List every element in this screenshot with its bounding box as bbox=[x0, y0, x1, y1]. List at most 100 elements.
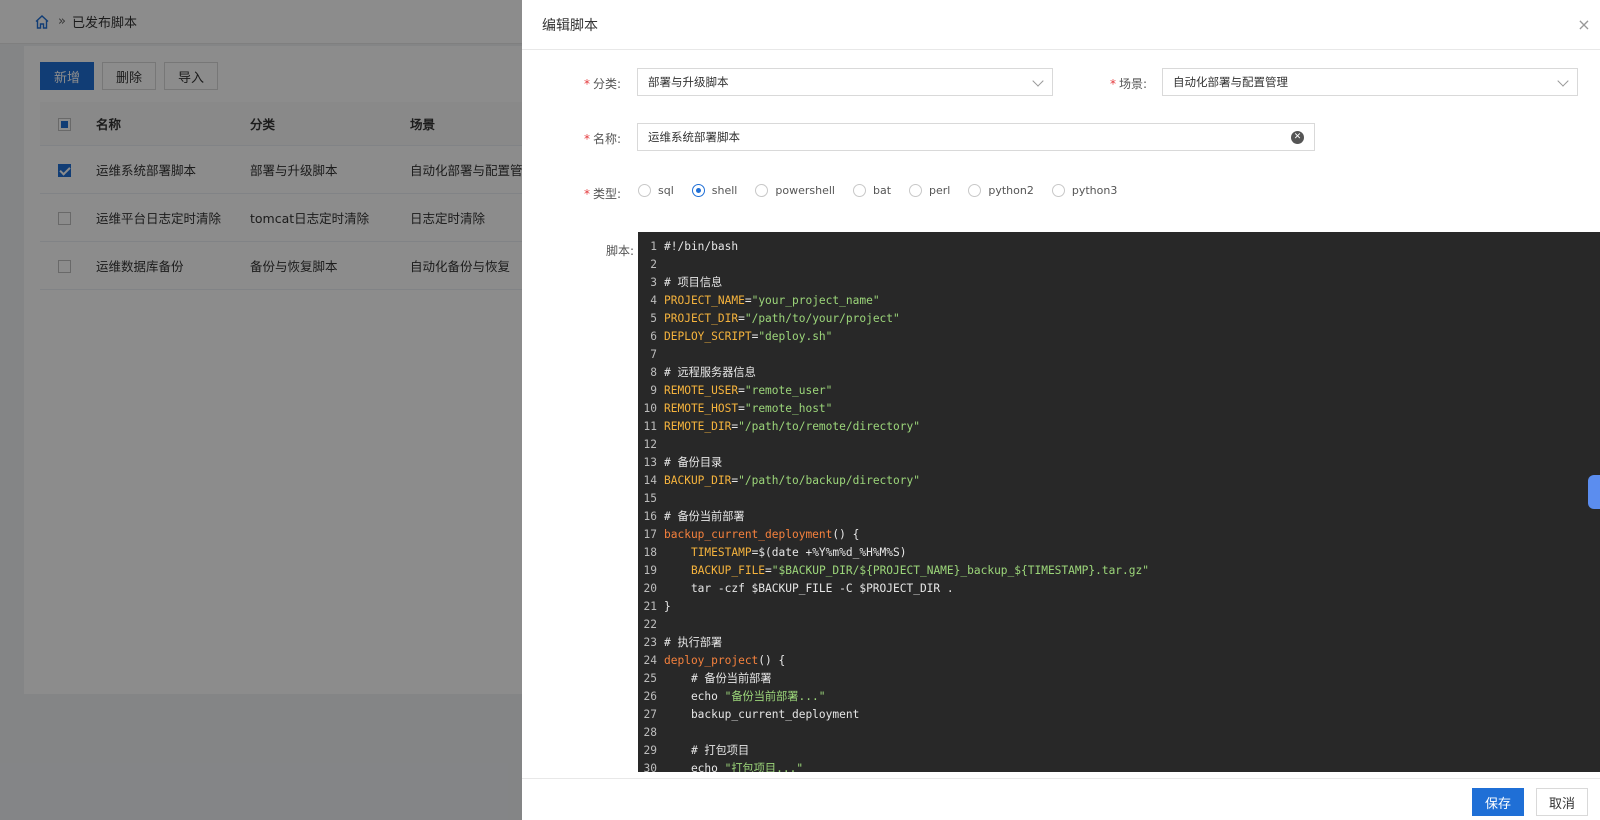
type-radio-shell[interactable]: shell bbox=[691, 184, 737, 197]
code-line[interactable]: 10 REMOTE_HOST="remote_host" bbox=[638, 400, 1600, 418]
drawer-header: 编辑脚本 × bbox=[522, 0, 1600, 50]
side-drawer-tab[interactable] bbox=[1588, 475, 1600, 509]
code-text: echo "备份当前部署..." bbox=[664, 690, 826, 703]
code-line[interactable]: 5 PROJECT_DIR="/path/to/your/project" bbox=[638, 310, 1600, 328]
line-number: 9 bbox=[650, 384, 657, 397]
line-number: 13 bbox=[643, 456, 657, 469]
code-line[interactable]: 9 REMOTE_USER="remote_user" bbox=[638, 382, 1600, 400]
code-line[interactable]: 29 # 打包项目 bbox=[638, 742, 1600, 760]
category-select[interactable]: 部署与升级脚本 bbox=[637, 68, 1053, 96]
line-number: 28 bbox=[643, 726, 657, 739]
code-line[interactable]: 19 BACKUP_FILE="$BACKUP_DIR/${PROJECT_NA… bbox=[638, 562, 1600, 580]
code-text: PROJECT_NAME="your_project_name" bbox=[664, 294, 880, 307]
code-text: echo "打包项目..." bbox=[664, 762, 804, 772]
drawer-title: 编辑脚本 bbox=[542, 17, 598, 34]
line-number: 4 bbox=[650, 294, 657, 307]
code-line[interactable]: 7 bbox=[638, 346, 1600, 364]
code-text: BACKUP_FILE="$BACKUP_DIR/${PROJECT_NAME}… bbox=[690, 564, 1149, 577]
code-line[interactable]: 11 REMOTE_DIR="/path/to/remote/directory" bbox=[638, 418, 1600, 436]
drawer-footer: 保存 取消 bbox=[522, 778, 1600, 820]
cancel-button[interactable]: 取消 bbox=[1536, 788, 1589, 816]
category-select-value: 部署与升级脚本 bbox=[648, 75, 729, 89]
name-input-value: 运维系统部署脚本 bbox=[648, 130, 740, 144]
code-line[interactable]: 6 DEPLOY_SCRIPT="deploy.sh" bbox=[638, 328, 1600, 346]
code-line[interactable]: 20 tar -czf $BACKUP_FILE -C $PROJECT_DIR… bbox=[638, 580, 1600, 598]
code-line[interactable]: 13 # 备份目录 bbox=[638, 454, 1600, 472]
code-line[interactable]: 4 PROJECT_NAME="your_project_name" bbox=[638, 292, 1600, 310]
code-text: } bbox=[664, 600, 671, 613]
code-line[interactable]: 15 bbox=[638, 490, 1600, 508]
line-number: 30 bbox=[643, 762, 657, 772]
type-radio-python3[interactable]: python3 bbox=[1051, 184, 1117, 197]
type-radio-bat[interactable]: bat bbox=[852, 184, 891, 197]
code-line[interactable]: 14 BACKUP_DIR="/path/to/backup/directory" bbox=[638, 472, 1600, 490]
code-line[interactable]: 28 bbox=[638, 724, 1600, 742]
code-line[interactable]: 27 backup_current_deployment bbox=[638, 706, 1600, 724]
name-input[interactable]: 运维系统部署脚本 ✕ bbox=[637, 123, 1315, 151]
code-line[interactable]: 2 bbox=[638, 256, 1600, 274]
line-number: 18 bbox=[643, 546, 657, 559]
code-text: # 执行部署 bbox=[664, 636, 723, 649]
type-radio-powershell[interactable]: powershell bbox=[755, 184, 835, 197]
line-number: 11 bbox=[643, 420, 657, 433]
line-number: 19 bbox=[643, 564, 657, 577]
type-label: * 类型: bbox=[584, 187, 622, 201]
line-number: 24 bbox=[643, 654, 657, 667]
line-number: 21 bbox=[643, 600, 657, 613]
code-text: TIMESTAMP=$(date +%Y%m%d_%H%M%S) bbox=[690, 546, 907, 559]
code-text: # 备份当前部署 bbox=[664, 510, 745, 523]
line-number: 22 bbox=[643, 618, 657, 631]
type-radio-python2[interactable]: python2 bbox=[968, 184, 1034, 197]
code-text: BACKUP_DIR="/path/to/backup/directory" bbox=[664, 474, 920, 487]
code-text: # 项目信息 bbox=[664, 276, 723, 289]
code-text: deploy_project() { bbox=[664, 654, 786, 667]
clear-icon[interactable]: ✕ bbox=[1291, 131, 1304, 144]
line-number: 20 bbox=[643, 582, 657, 595]
line-number: 16 bbox=[643, 510, 657, 523]
scene-select[interactable]: 自动化部署与配置管理 bbox=[1162, 68, 1578, 96]
line-number: 17 bbox=[643, 528, 657, 541]
edit-script-drawer: 编辑脚本 × * 分类: 部署与升级脚本 * 场景: 自动化部署与配置管理 * 名称:… bbox=[522, 0, 1600, 820]
line-number: 23 bbox=[643, 636, 657, 649]
line-number: 25 bbox=[643, 672, 657, 685]
code-line[interactable]: 25 # 备份当前部署 bbox=[638, 670, 1600, 688]
code-line[interactable]: 30 echo "打包项目..." bbox=[638, 760, 1600, 772]
line-number: 1 bbox=[650, 240, 657, 253]
name-label: * 名称: bbox=[584, 132, 622, 146]
line-number: 3 bbox=[650, 276, 657, 289]
code-line[interactable]: 23 # 执行部署 bbox=[638, 634, 1600, 652]
code-text: # 打包项目 bbox=[664, 744, 750, 757]
code-line[interactable]: 21} bbox=[638, 598, 1600, 616]
type-radio-group: sql shell powershell bat perl python2 py… bbox=[638, 184, 1135, 197]
close-icon[interactable]: × bbox=[1576, 17, 1592, 33]
line-number: 29 bbox=[643, 744, 657, 757]
script-code-editor[interactable]: 1 #!/bin/bash 2 3 # 项目信息 4 PROJECT_NAME="your_… bbox=[638, 232, 1600, 772]
chevron-down-icon bbox=[1557, 75, 1569, 87]
code-line[interactable]: 24 deploy_project() { bbox=[638, 652, 1600, 670]
code-text: # 备份目录 bbox=[664, 456, 723, 469]
code-line[interactable]: 3 # 项目信息 bbox=[638, 274, 1600, 292]
code-line[interactable]: 8 # 远程服务器信息 bbox=[638, 364, 1600, 382]
line-number: 5 bbox=[650, 312, 657, 325]
scene-label: * 场景: bbox=[1110, 77, 1148, 91]
line-number: 12 bbox=[643, 438, 657, 451]
code-line[interactable]: 22 bbox=[638, 616, 1600, 634]
code-line[interactable]: 17 backup_current_deployment() { bbox=[638, 526, 1600, 544]
save-button[interactable]: 保存 bbox=[1472, 788, 1525, 816]
line-number: 8 bbox=[650, 366, 657, 379]
code-line[interactable]: 26 echo "备份当前部署..." bbox=[638, 688, 1600, 706]
code-line[interactable]: 12 bbox=[638, 436, 1600, 454]
line-number: 14 bbox=[643, 474, 657, 487]
code-text: tar -czf $BACKUP_FILE -C $PROJECT_DIR . bbox=[664, 582, 954, 595]
line-number: 26 bbox=[643, 690, 657, 703]
code-text: backup_current_deployment bbox=[664, 708, 860, 721]
code-line[interactable]: 18 TIMESTAMP=$(date +%Y%m%d_%H%M%S) bbox=[638, 544, 1600, 562]
code-line[interactable]: 1 #!/bin/bash bbox=[638, 238, 1600, 256]
type-radio-perl[interactable]: perl bbox=[909, 184, 950, 197]
code-line[interactable]: 16 # 备份当前部署 bbox=[638, 508, 1600, 526]
code-text: PROJECT_DIR="/path/to/your/project" bbox=[664, 312, 900, 325]
script-label: 脚本: bbox=[606, 244, 635, 258]
code-text: # 远程服务器信息 bbox=[664, 366, 756, 379]
type-radio-sql[interactable]: sql bbox=[638, 184, 674, 197]
code-text: # 备份当前部署 bbox=[664, 672, 772, 685]
